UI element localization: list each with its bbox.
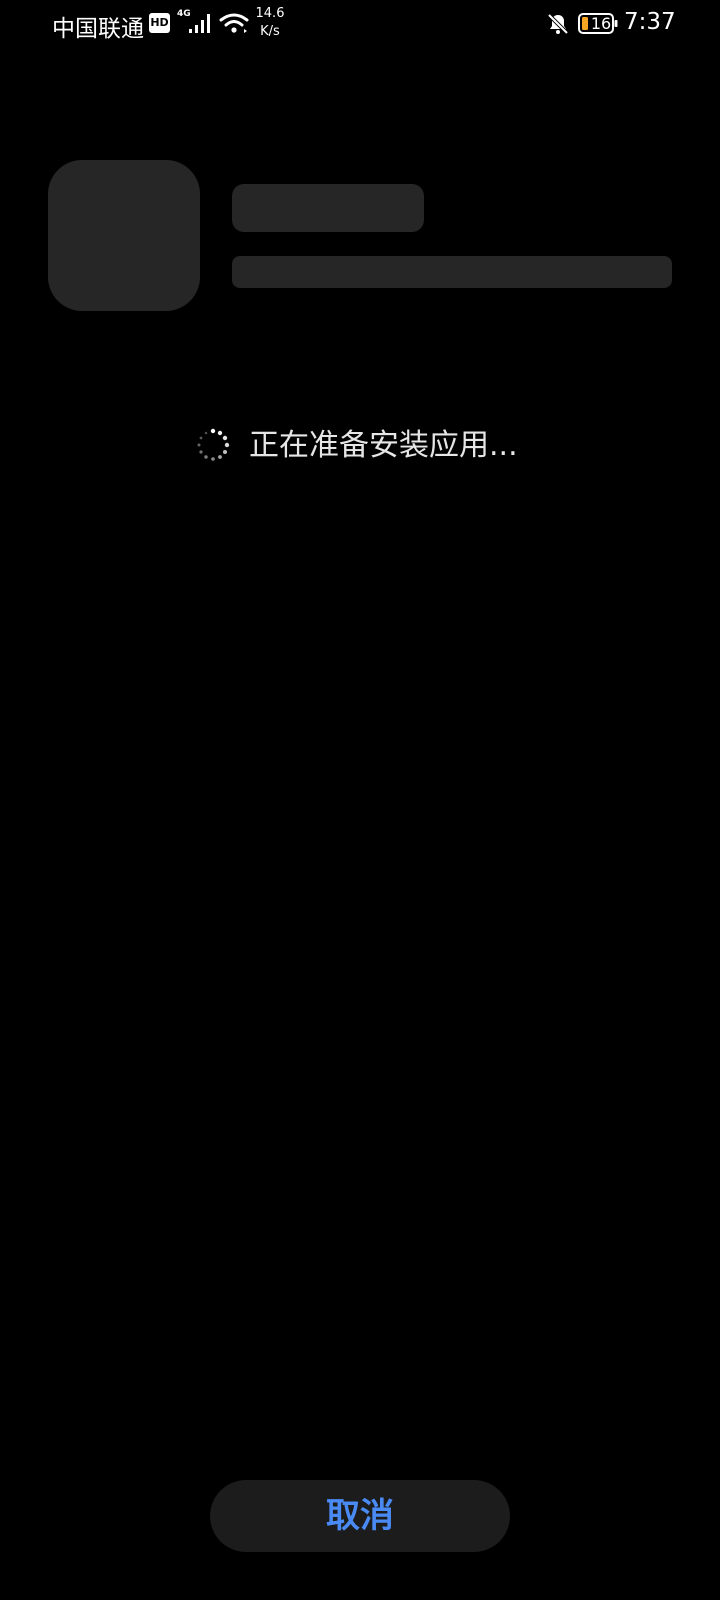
loading-spinner-icon <box>197 428 230 461</box>
clock: 7:37 <box>624 9 676 35</box>
signal-icon <box>189 14 210 33</box>
battery-level: 16 <box>590 14 612 33</box>
app-icon-placeholder <box>48 160 200 311</box>
speed-unit: K/s <box>260 24 280 39</box>
hd-icon: HD <box>149 13 170 33</box>
status-bar: 中国联通 HD 4G 14.6 K/s 16 7:37 <box>0 0 720 50</box>
carrier-name: 中国联通 <box>52 16 144 42</box>
install-status-text: 正在准备安装应用... <box>249 428 518 463</box>
speed-value: 14.6 <box>255 6 285 21</box>
mute-bell-icon <box>547 13 569 35</box>
wifi-icon <box>219 13 249 33</box>
app-name-placeholder <box>232 184 424 232</box>
network-speed: 14.6 K/s <box>252 5 288 41</box>
app-description-placeholder <box>232 256 672 288</box>
cancel-button[interactable]: 取消 <box>210 1480 510 1552</box>
